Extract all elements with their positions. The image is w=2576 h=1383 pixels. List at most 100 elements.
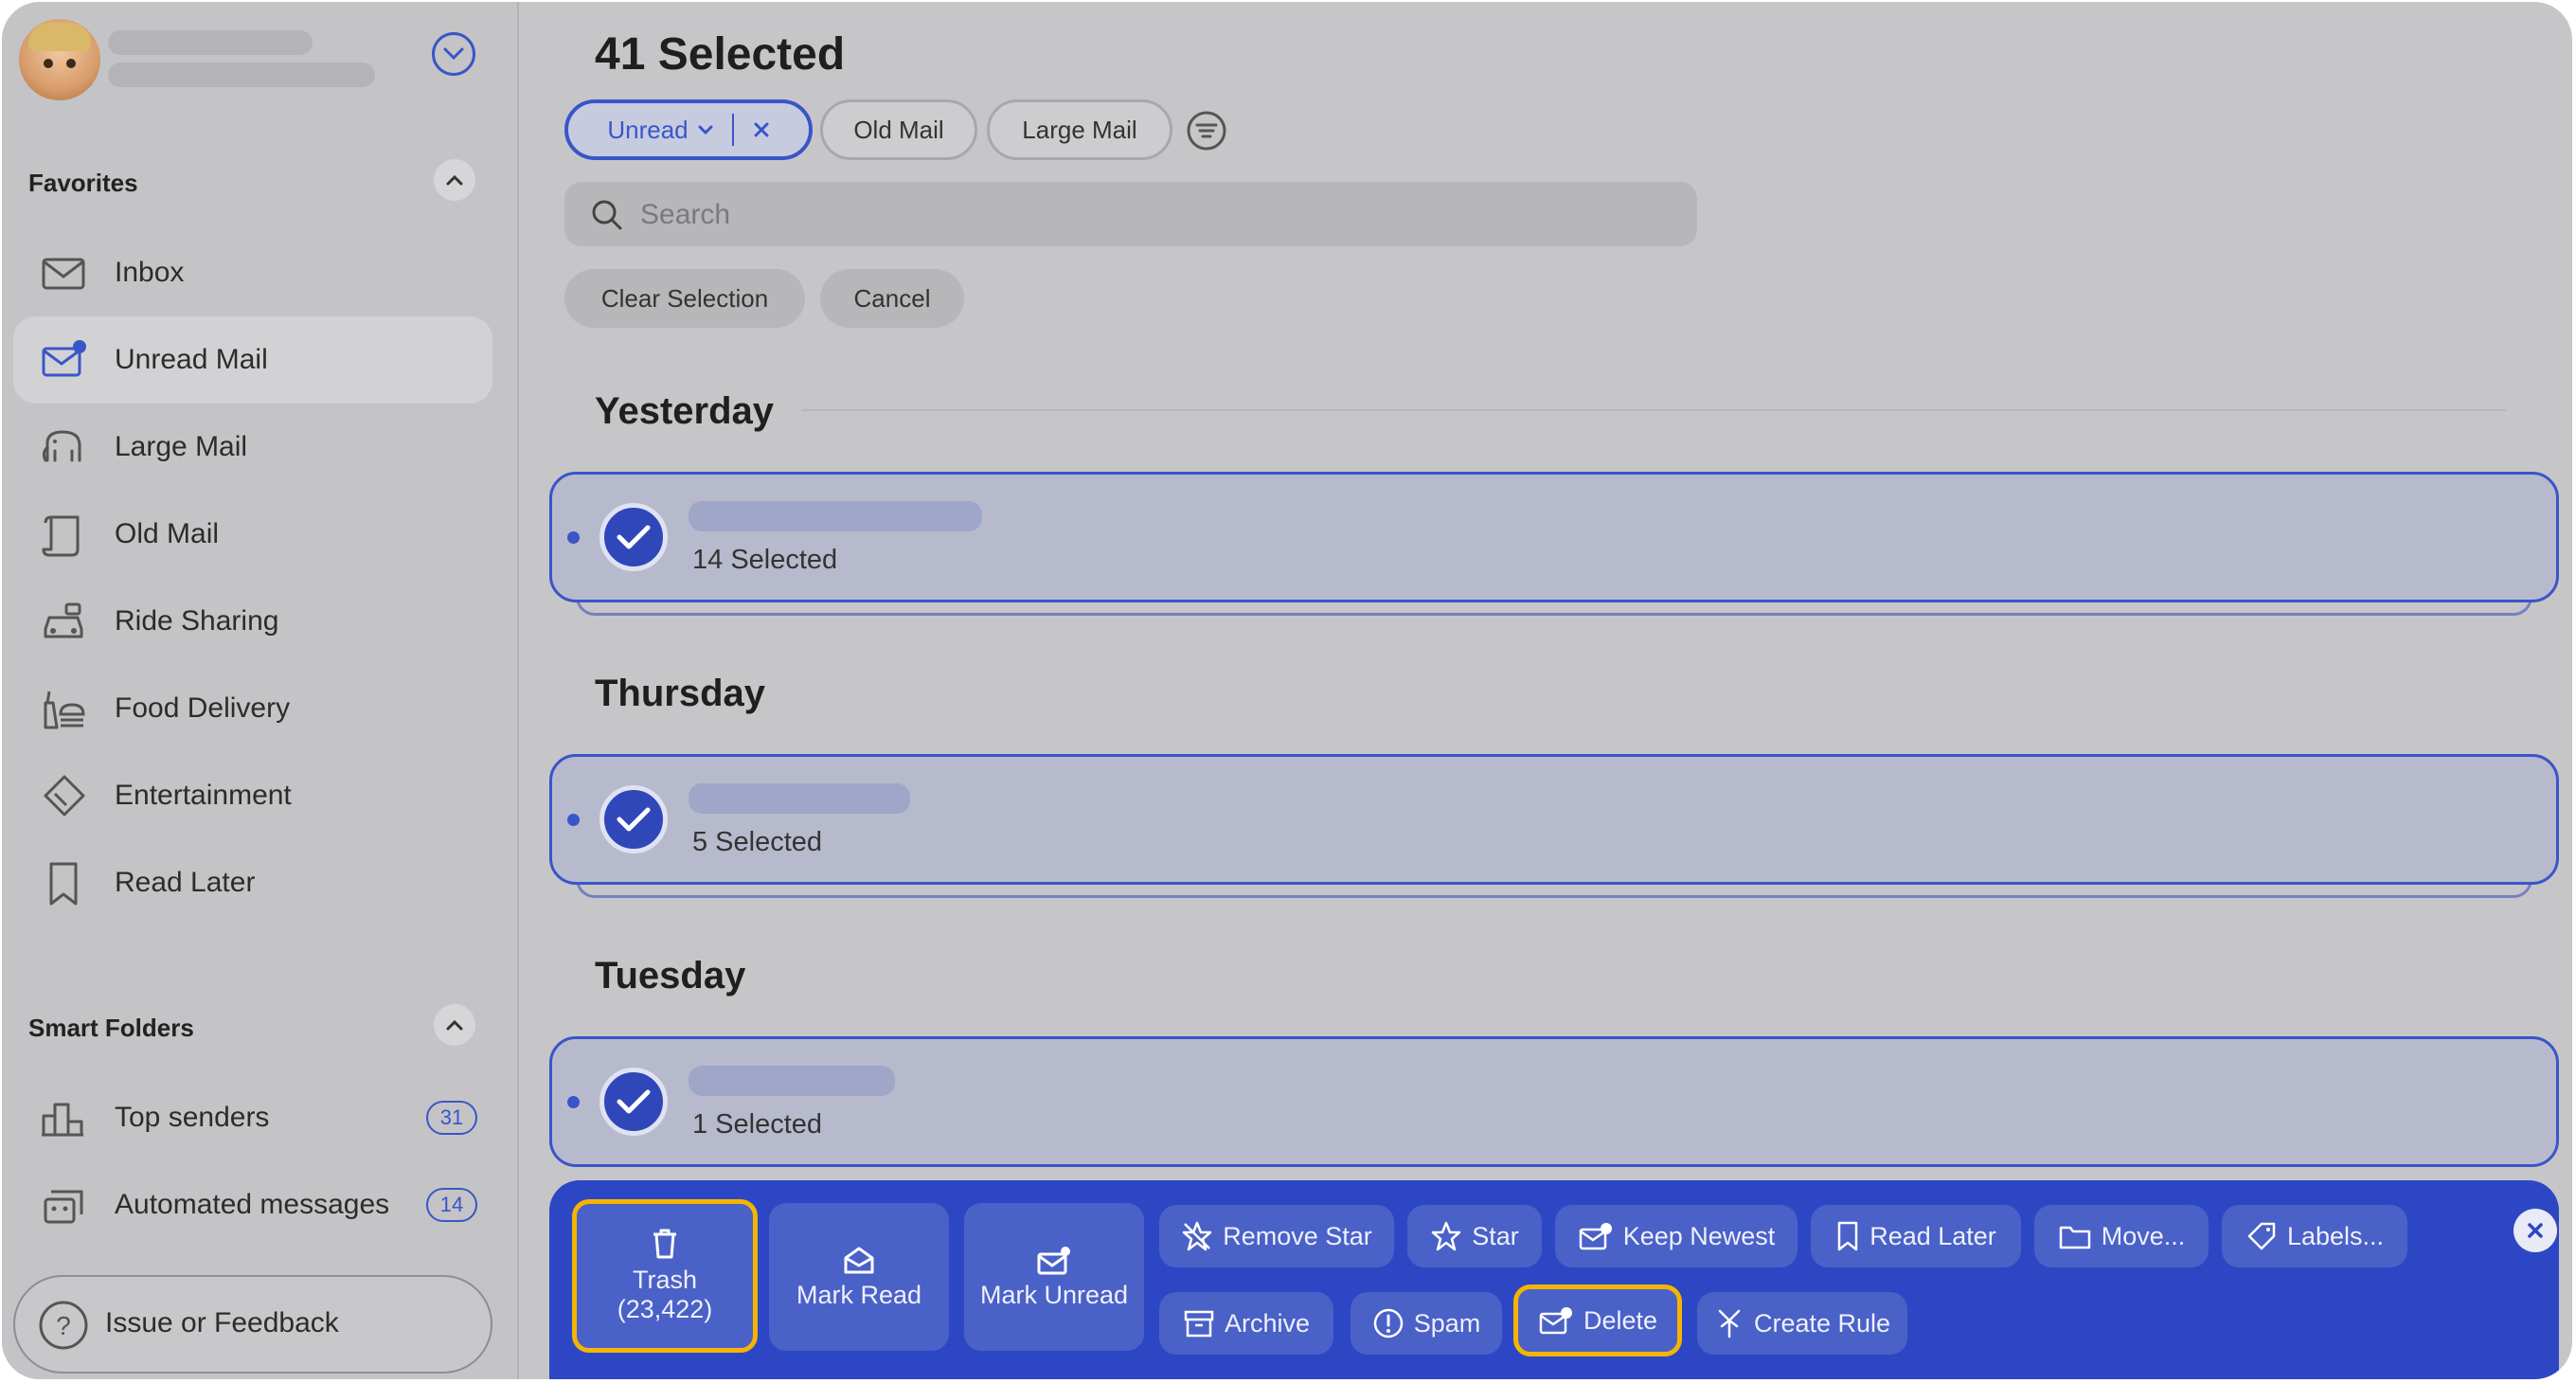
- smart-folders-collapse-button[interactable]: [434, 1004, 475, 1046]
- chevron-up-icon: [446, 1019, 463, 1031]
- selected-group[interactable]: 14 Selected: [549, 472, 2559, 602]
- envelope-badge-icon: [1037, 1246, 1070, 1274]
- smart-folders-title: Smart Folders: [28, 1014, 194, 1042]
- main-content: 41 Selected Unread Old Mail Large Mail S…: [519, 2, 2572, 1379]
- unread-dot: [567, 1096, 580, 1108]
- keep-newest-label: Keep Newest: [1622, 1221, 1776, 1250]
- sidebar-item-label: Inbox: [115, 257, 185, 288]
- robot-icon: [44, 1190, 83, 1224]
- archive-button[interactable]: Archive: [1159, 1292, 1333, 1355]
- mark-read-button[interactable]: Mark Read: [769, 1203, 949, 1351]
- account-email-placeholder: [108, 63, 375, 87]
- envelope-open-icon: [844, 1247, 874, 1273]
- sidebar-item-unread-mail[interactable]: Unread Mail: [13, 316, 492, 404]
- account-switcher-button[interactable]: [432, 32, 475, 76]
- checkbox-checked[interactable]: [599, 503, 668, 571]
- unread-dot: [567, 531, 580, 544]
- labels-label: Labels...: [2286, 1221, 2385, 1250]
- count-badge: 31: [426, 1101, 477, 1135]
- read-later-label: Read Later: [1869, 1221, 1996, 1250]
- read-later-button[interactable]: Read Later: [1811, 1205, 2021, 1267]
- divider: [801, 409, 2506, 411]
- star-slash-icon: [1182, 1221, 1212, 1251]
- app-window: Favorites Inbox Unread Mail Large Mail O…: [2, 2, 2572, 1379]
- remove-star-label: Remove Star: [1223, 1221, 1372, 1250]
- mail-delete-icon: [1539, 1307, 1572, 1335]
- checkbox-checked[interactable]: [599, 785, 668, 853]
- selected-group[interactable]: 5 Selected: [549, 754, 2559, 885]
- chevron-down-icon: [443, 47, 464, 61]
- labels-button[interactable]: Labels...: [2222, 1205, 2407, 1267]
- selected-group[interactable]: 1 Selected: [549, 1036, 2559, 1167]
- avatar[interactable]: [19, 19, 100, 100]
- trash-count: (23,422): [617, 1295, 713, 1323]
- sidebar-item-label: Top senders: [115, 1102, 270, 1133]
- close-icon[interactable]: [753, 121, 770, 138]
- inbox-icon: [42, 258, 85, 290]
- close-action-bar-button[interactable]: [2513, 1209, 2557, 1252]
- checkbox-checked[interactable]: [599, 1068, 668, 1136]
- mark-read-label: Mark Read: [796, 1280, 922, 1309]
- spam-button[interactable]: Spam: [1351, 1292, 1502, 1355]
- checkmark-icon: [617, 807, 651, 832]
- sidebar-item-label: Large Mail: [115, 431, 248, 462]
- archive-label: Archive: [1224, 1308, 1311, 1338]
- remove-star-button[interactable]: Remove Star: [1159, 1205, 1394, 1267]
- chevron-down-icon: [698, 125, 713, 135]
- sidebar-item-automated-messages[interactable]: Automated messages 14: [13, 1161, 492, 1248]
- checkmark-icon: [617, 525, 651, 549]
- delete-label: Delete: [1583, 1305, 1658, 1335]
- day-heading: Yesterday: [595, 390, 775, 432]
- ticket-icon: [44, 775, 85, 817]
- create-rule-button[interactable]: Create Rule: [1697, 1292, 1907, 1355]
- sender-placeholder: [689, 1066, 895, 1096]
- trash-button[interactable]: Trash (23,422): [572, 1199, 758, 1353]
- sidebar-item-old-mail[interactable]: Old Mail: [13, 491, 492, 578]
- issue-feedback-button[interactable]: ? Issue or Feedback: [13, 1275, 492, 1374]
- keep-newest-button[interactable]: Keep Newest: [1555, 1205, 1798, 1267]
- search-input[interactable]: Search: [564, 182, 1697, 246]
- sender-placeholder: [689, 783, 910, 814]
- filter-icon[interactable]: [1186, 110, 1227, 152]
- mark-unread-button[interactable]: Mark Unread: [964, 1203, 1144, 1351]
- delete-button[interactable]: Delete: [1513, 1284, 1682, 1356]
- filter-chip-large-mail[interactable]: Large Mail: [987, 99, 1172, 160]
- star-button[interactable]: Star: [1407, 1205, 1542, 1267]
- tag-icon: [2247, 1222, 2276, 1250]
- cancel-button[interactable]: Cancel: [820, 269, 964, 328]
- food-icon: [44, 691, 85, 729]
- trash-label: Trash: [632, 1266, 697, 1294]
- favorites-title: Favorites: [28, 169, 138, 197]
- clear-selection-button[interactable]: Clear Selection: [564, 269, 805, 328]
- sidebar-item-entertainment[interactable]: Entertainment: [13, 752, 492, 839]
- bookmark-icon: [49, 862, 78, 906]
- sidebar-item-label: Entertainment: [115, 780, 292, 811]
- sidebar-item-inbox[interactable]: Inbox: [13, 229, 492, 316]
- move-button[interactable]: Move...: [2034, 1205, 2209, 1267]
- sidebar-item-top-senders[interactable]: Top senders 31: [13, 1074, 492, 1161]
- elephant-icon: [42, 430, 81, 462]
- favorites-collapse-button[interactable]: [434, 159, 475, 201]
- sidebar-item-food-delivery[interactable]: Food Delivery: [13, 665, 492, 752]
- search-icon: [592, 200, 622, 230]
- filter-chip-unread[interactable]: Unread: [564, 99, 813, 160]
- count-badge: 14: [426, 1188, 477, 1222]
- mail-clock-icon: [1579, 1223, 1612, 1250]
- selected-count: 5 Selected: [692, 827, 823, 857]
- page-title: 41 Selected: [595, 29, 846, 80]
- svg-text:?: ?: [56, 1311, 71, 1340]
- chip-divider: [731, 114, 734, 146]
- sidebar-item-large-mail[interactable]: Large Mail: [13, 404, 492, 491]
- move-label: Move...: [2101, 1221, 2186, 1250]
- help-icon: ?: [39, 1301, 88, 1350]
- search-placeholder: Search: [640, 199, 731, 230]
- create-rule-label: Create Rule: [1753, 1308, 1891, 1338]
- filter-chip-old-mail[interactable]: Old Mail: [820, 99, 977, 160]
- folder-icon: [2059, 1226, 2090, 1249]
- filter-chip-label: Unread: [607, 115, 689, 144]
- mark-unread-label: Mark Unread: [979, 1280, 1129, 1309]
- sidebar-item-ride-sharing[interactable]: Ride Sharing: [13, 578, 492, 665]
- sidebar-item-read-later[interactable]: Read Later: [13, 839, 492, 926]
- sidebar-item-label: Old Mail: [115, 518, 220, 549]
- account-name-placeholder: [108, 30, 313, 55]
